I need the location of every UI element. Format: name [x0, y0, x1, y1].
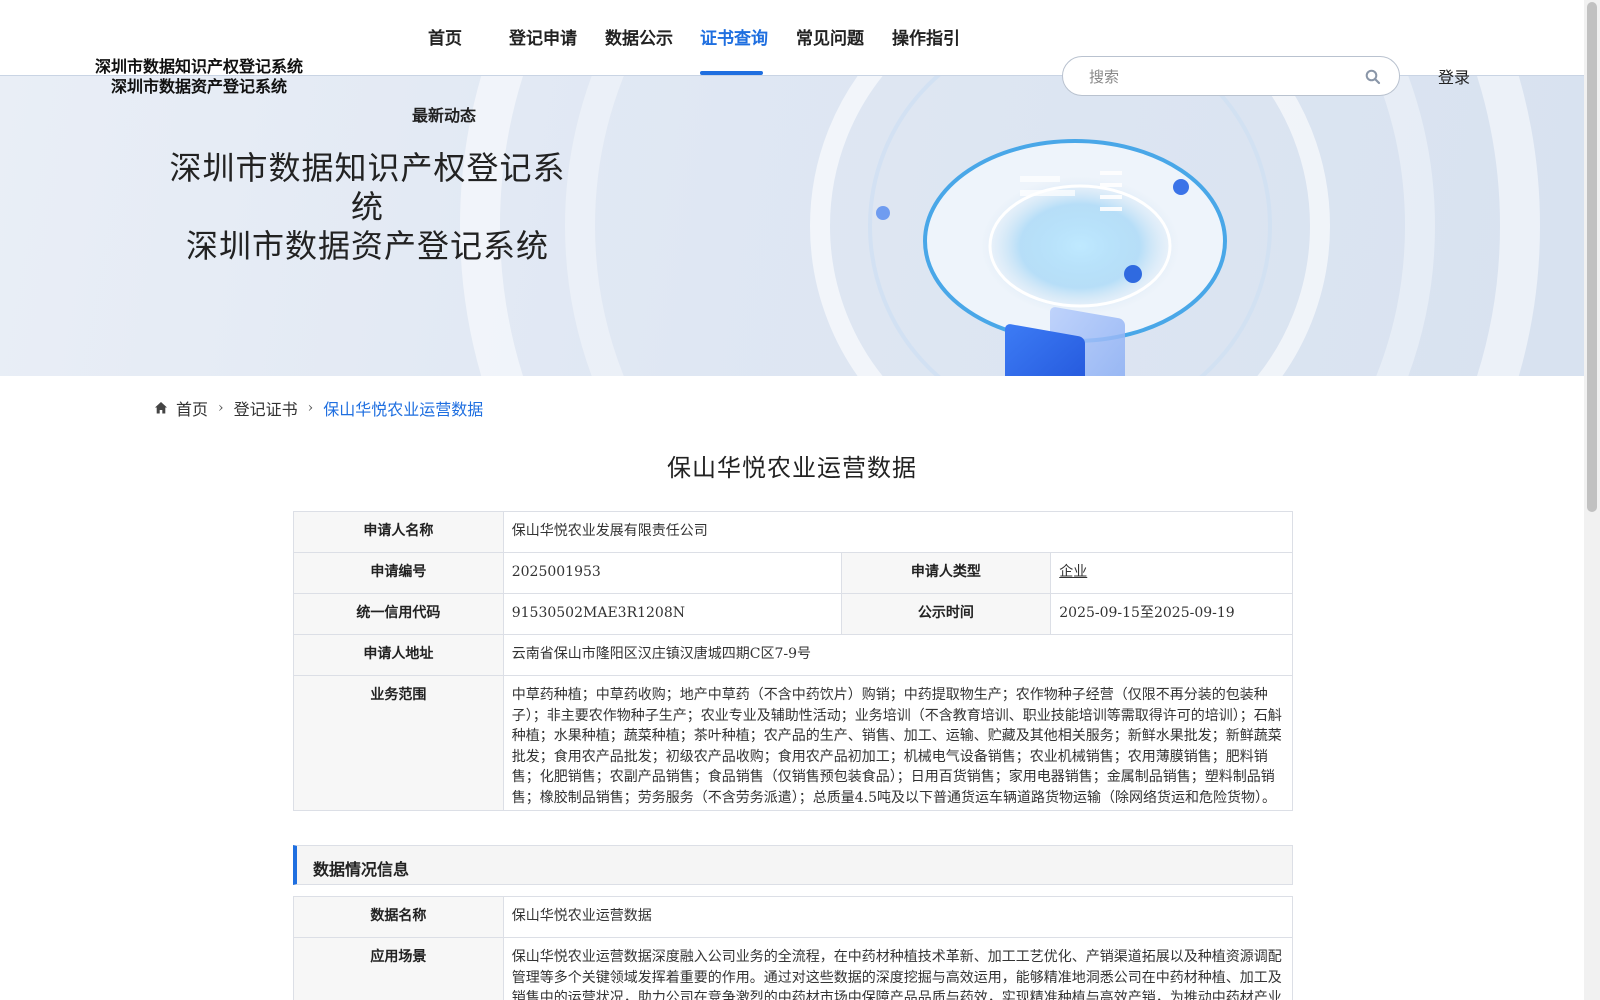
- publicity-time-label: 公示时间: [840, 593, 1052, 635]
- application-scene-label: 应用场景: [293, 937, 504, 1000]
- hero-banner: 深圳市数据知识产权登记系统 深圳市数据资产登记系统: [0, 76, 1584, 376]
- nav-guide[interactable]: 操作指引: [892, 24, 960, 49]
- search-icon[interactable]: [1365, 69, 1381, 85]
- applicant-name-label: 申请人名称: [293, 511, 504, 553]
- applicant-name-value: 保山华悦农业发展有限责任公司: [502, 511, 1294, 553]
- logo-line-2: 深圳市数据资产登记系统: [110, 77, 287, 96]
- data-name-value: 保山华悦农业运营数据: [502, 896, 1294, 938]
- breadcrumb: 首页 › 登记证书 › 保山华悦农业运营数据: [154, 396, 483, 420]
- applicant-address-value: 云南省保山市隆阳区汉庄镇汉唐城四期C区7-9号: [502, 634, 1294, 676]
- application-no-label: 申请编号: [293, 552, 504, 594]
- breadcrumb-certificates[interactable]: 登记证书: [234, 396, 298, 420]
- nav-certificate-query[interactable]: 证书查询: [700, 24, 768, 49]
- business-scope-value: 中草药种植；中草药收购；地产中草药（不含中药饮片）购销；中药提取物生产；农作物种…: [502, 675, 1294, 811]
- site-logo[interactable]: 深圳市数据知识产权登记系统 深圳市数据资产登记系统: [94, 57, 304, 97]
- search-input[interactable]: [1089, 66, 1349, 88]
- table-row: 应用场景 保山华悦农业运营数据深度融入公司业务的全流程，在中药材种植技术革新、加…: [293, 937, 1294, 1000]
- logo-line-1: 深圳市数据知识产权登记系统: [94, 57, 303, 76]
- credit-code-value: 91530502MAE3R1208N: [502, 593, 842, 635]
- nav-latest-news[interactable]: 最新动态: [412, 102, 476, 126]
- nav-home[interactable]: 首页: [428, 24, 462, 49]
- banner-title: 深圳市数据知识产权登记系统 深圳市数据资产登记系统: [155, 149, 580, 266]
- applicant-address-label: 申请人地址: [293, 634, 504, 676]
- data-name-label: 数据名称: [293, 896, 504, 938]
- nav-data-publicity[interactable]: 数据公示: [605, 24, 673, 49]
- application-scene-value: 保山华悦农业运营数据深度融入公司业务的全流程，在中药材种植技术革新、加工工艺优化…: [502, 937, 1294, 1000]
- table-row: 申请人名称 保山华悦农业发展有限责任公司: [293, 511, 1294, 553]
- page-title: 保山华悦农业运营数据: [667, 454, 917, 482]
- credit-code-label: 统一信用代码: [293, 593, 504, 635]
- banner-title-line-2: 深圳市数据资产登记系统: [185, 227, 549, 265]
- data-info-table: 数据名称 保山华悦农业运营数据 应用场景 保山华悦农业运营数据深度融入公司业务的…: [293, 896, 1294, 1000]
- banner-title-line-1: 深圳市数据知识产权登记系统: [169, 149, 566, 226]
- table-row: 申请编号 2025001953 申请人类型 企业: [293, 552, 1293, 594]
- table-row: 业务范围 中草药种植；中草药收购；地产中草药（不含中药饮片）购销；中药提取物生产…: [293, 675, 1294, 811]
- business-scope-label: 业务范围: [293, 675, 504, 811]
- table-row: 数据名称 保山华悦农业运营数据: [293, 896, 1294, 938]
- chevron-right-icon: ›: [307, 400, 314, 416]
- home-icon[interactable]: [154, 401, 168, 415]
- applicant-type-label: 申请人类型: [840, 552, 1052, 594]
- publicity-time-value: 2025-09-15至2025-09-19: [1050, 593, 1293, 635]
- applicant-type-value[interactable]: 企业: [1050, 552, 1293, 594]
- search-box: [1062, 56, 1400, 96]
- breadcrumb-home[interactable]: 首页: [176, 396, 208, 420]
- nav-faq[interactable]: 常见问题: [796, 24, 864, 49]
- login-link[interactable]: 登录: [1438, 64, 1470, 88]
- table-row: 申请人地址 云南省保山市隆阳区汉庄镇汉唐城四期C区7-9号: [293, 634, 1294, 676]
- applicant-info-table: 申请人名称 保山华悦农业发展有限责任公司 申请编号 2025001953 申请人…: [293, 511, 1294, 811]
- data-info-section-heading: 数据情况信息: [293, 845, 1293, 885]
- chevron-right-icon: ›: [218, 400, 224, 416]
- table-row: 统一信用代码 91530502MAE3R1208N 公示时间 2025-09-1…: [293, 593, 1293, 635]
- application-no-value: 2025001953: [502, 552, 842, 594]
- page-scrollbar[interactable]: [1584, 0, 1600, 1000]
- scrollbar-thumb[interactable]: [1587, 2, 1597, 512]
- active-nav-indicator: [700, 71, 763, 75]
- breadcrumb-current: 保山华悦农业运营数据: [323, 400, 484, 419]
- nav-register-apply[interactable]: 登记申请: [509, 24, 577, 49]
